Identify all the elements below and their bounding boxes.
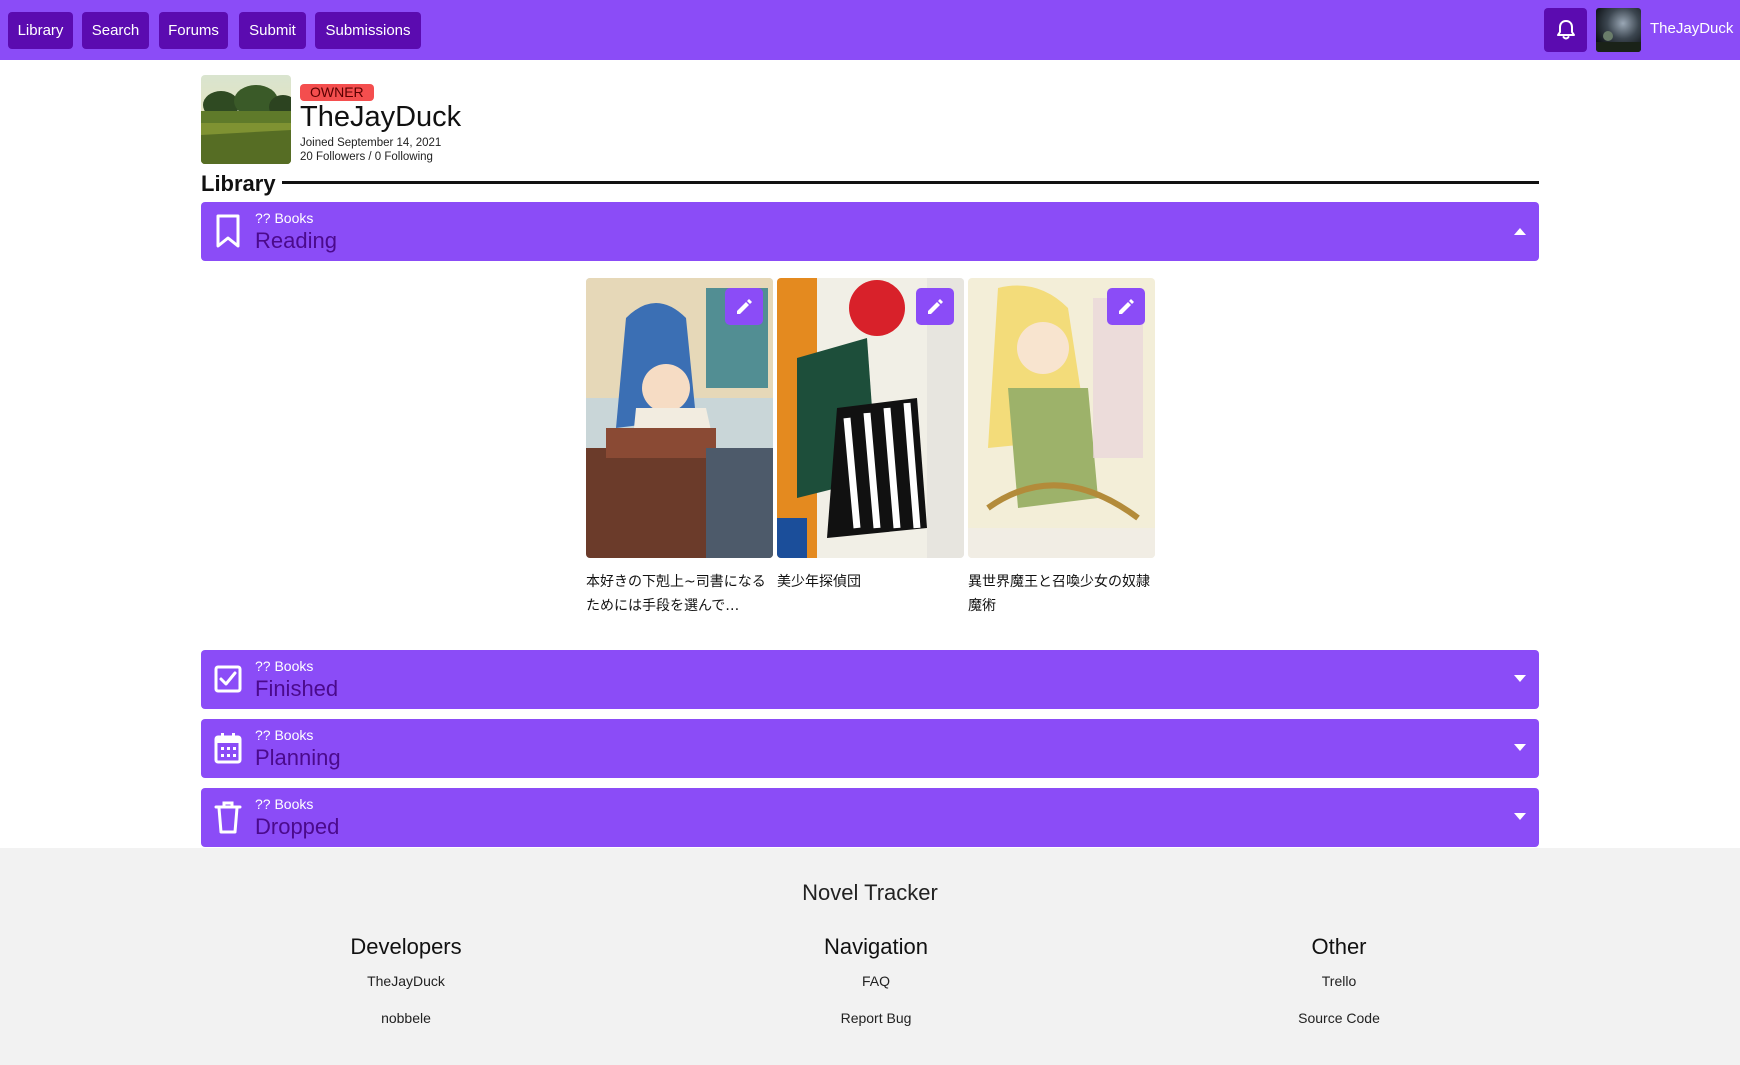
footer-developers-column: Developers TheJayDuck nobbele [256, 934, 556, 1046]
nav-forums-button[interactable]: Forums [159, 12, 228, 49]
footer-column-title: Navigation [824, 934, 928, 959]
footer-link-source-code[interactable]: Source Code [1189, 1009, 1489, 1046]
nav-submissions-button[interactable]: Submissions [315, 12, 421, 49]
library-divider [282, 181, 1539, 184]
footer-link-report-bug[interactable]: Report Bug [726, 1009, 1026, 1046]
library-heading: Library [201, 171, 276, 196]
section-book-count: ?? Books [255, 658, 314, 674]
nav-library-button[interactable]: Library [8, 12, 73, 49]
section-name: Reading [255, 228, 337, 253]
footer-other-column: Other Trello Source Code [1189, 934, 1489, 1046]
owner-badge: OWNER [300, 84, 374, 101]
user-avatar[interactable] [1596, 8, 1641, 52]
book-title[interactable]: 本好きの下剋上~司書になるためには手段を選んで… [586, 570, 773, 618]
notifications-button[interactable] [1544, 8, 1587, 52]
caret-down-icon [1514, 675, 1526, 682]
top-navbar: Library Search Forums Submit Submissions… [0, 0, 1740, 60]
caret-down-icon [1514, 744, 1526, 751]
trash-icon [214, 801, 242, 834]
caret-up-icon [1514, 228, 1526, 235]
section-finished-header[interactable]: ?? Books Finished [201, 650, 1539, 709]
edit-book-button[interactable] [725, 288, 763, 325]
caret-down-icon [1514, 813, 1526, 820]
footer-navigation-column: Navigation FAQ Report Bug [726, 934, 1026, 1046]
footer-brand: Novel Tracker [802, 880, 938, 905]
pencil-icon [1119, 298, 1134, 314]
calendar-icon [214, 733, 242, 764]
footer: Novel Tracker Developers TheJayDuck nobb… [0, 848, 1740, 1065]
nav-submit-button[interactable]: Submit [239, 12, 306, 49]
section-name: Finished [255, 676, 339, 701]
section-reading-header[interactable]: ?? Books Reading [201, 202, 1539, 261]
bookmark-icon [216, 214, 240, 248]
bell-icon [1556, 20, 1575, 40]
footer-link-nobbele[interactable]: nobbele [256, 1009, 556, 1046]
pencil-icon [928, 298, 943, 314]
footer-link-faq[interactable]: FAQ [726, 972, 1026, 1009]
section-name: Dropped [255, 814, 340, 839]
nav-search-button[interactable]: Search [82, 12, 149, 49]
pencil-icon [737, 298, 752, 314]
footer-column-title: Developers [350, 934, 462, 959]
section-planning-header[interactable]: ?? Books Planning [201, 719, 1539, 778]
profile-name: TheJayDuck [300, 101, 462, 133]
section-name: Planning [255, 745, 341, 770]
profile-follow-counts: 20 Followers / 0 Following [300, 151, 433, 163]
profile-avatar [201, 75, 291, 164]
profile-joined-date: Joined September 14, 2021 [300, 137, 442, 149]
edit-book-button[interactable] [916, 288, 954, 325]
section-book-count: ?? Books [255, 727, 314, 743]
section-book-count: ?? Books [255, 210, 314, 226]
footer-link-thejayduck[interactable]: TheJayDuck [256, 972, 556, 1009]
footer-column-title: Other [1311, 934, 1367, 959]
checkbox-icon [214, 665, 242, 693]
book-title[interactable]: 美少年探偵団 [777, 570, 964, 594]
edit-book-button[interactable] [1107, 288, 1145, 325]
footer-link-trello[interactable]: Trello [1189, 972, 1489, 1009]
nav-username-link[interactable]: TheJayDuck [1650, 20, 1733, 37]
section-book-count: ?? Books [255, 796, 314, 812]
book-title[interactable]: 異世界魔王と召喚少女の奴隷魔術 [968, 570, 1155, 618]
section-dropped-header[interactable]: ?? Books Dropped [201, 788, 1539, 847]
